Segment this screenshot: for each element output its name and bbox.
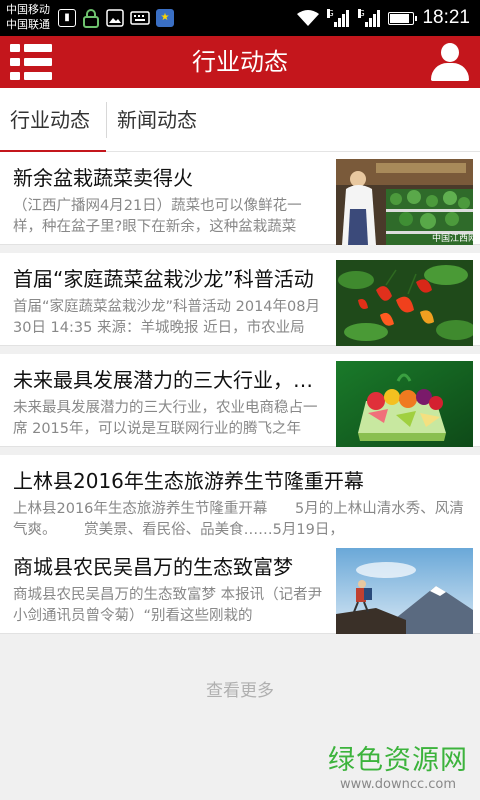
article-title: 商城县农民吴昌万的生态致富梦: [13, 555, 293, 579]
article-summary: 未来最具发展潜力的三大行业，农业电商稳占一席 2015年，可以说是互联网行业的腾…: [13, 400, 318, 437]
carrier-1: 中国移动: [6, 3, 50, 16]
list-item[interactable]: 上林县2016年生态旅游养生节隆重开幕 上林县2016年生态旅游养生节隆重开幕 …: [0, 455, 480, 548]
list-item[interactable]: 新余盆栽蔬菜卖得火 （江西广播网4月21日）蔬菜也可以像鲜花一样，种在盆子里?眼…: [0, 152, 480, 245]
network-type-2: G: [358, 9, 365, 18]
article-summary: 上林县2016年生态旅游养生节隆重开幕 5月的上林山清水秀、风清气爽。 赏美景、…: [13, 501, 464, 538]
article-summary: 首届“家庭蔬菜盆栽沙龙”科普活动 2014年08月30日 14:35 来源：羊城…: [13, 299, 320, 336]
tab-bar: 行业动态 新闻动态: [0, 88, 480, 152]
mountain-hiker-photo: [336, 548, 473, 634]
user-icon[interactable]: [430, 42, 470, 82]
fruit-gift-box-photo: [336, 361, 473, 447]
article-summary: 商城县农民吴昌万的生态致富梦 本报讯（记者尹小剑通讯员曾令菊）“别看这些刚栽的: [13, 587, 323, 624]
red-peppers-photo: [336, 260, 473, 346]
star-app-icon: ★: [156, 9, 174, 27]
page-title: 行业动态: [192, 48, 288, 76]
article-title: 首届“家庭蔬菜盆栽沙龙”科普活动: [13, 267, 314, 291]
menu-list-icon[interactable]: [10, 44, 52, 80]
battery-icon: [388, 11, 418, 25]
app-bar: 行业动态: [0, 36, 480, 88]
article-summary: （江西广播网4月21日）蔬菜也可以像鲜花一样，种在盆子里?眼下在新余，这种盆栽蔬…: [13, 198, 302, 235]
status-bar: 中国移动 中国联通 ▮ ★ G G 18:21: [0, 0, 480, 36]
watermark-url: www.downcc.com: [339, 777, 457, 792]
signal-icon: G: [327, 9, 350, 27]
article-title: 新余盆栽蔬菜卖得火: [13, 166, 193, 190]
watermark-name: 绿色资源网: [328, 745, 468, 776]
carrier-2: 中国联通: [6, 18, 50, 31]
tab-news[interactable]: 新闻动态: [107, 88, 207, 152]
article-thumbnail: [336, 548, 473, 634]
list-item[interactable]: 未来最具发展潜力的三大行业，… 未来最具发展潜力的三大行业，农业电商稳占一席 2…: [0, 354, 480, 447]
article-title: 上林县2016年生态旅游养生节隆重开幕: [13, 469, 364, 493]
system-indicators: G G 18:21: [296, 4, 470, 32]
image-icon: [106, 9, 124, 27]
photo-watermark: 中国江西网: [432, 232, 473, 244]
article-thumbnail: [336, 260, 473, 346]
list-item[interactable]: 商城县农民吴昌万的生态致富梦 商城县农民吴昌万的生态致富梦 本报讯（记者尹小剑通…: [0, 541, 480, 634]
wifi-icon: [297, 10, 320, 26]
article-thumbnail: 中国江西网: [336, 159, 473, 245]
signal-icon-2: G: [358, 9, 381, 27]
sim-icon: ▮: [58, 9, 76, 27]
load-more-button[interactable]: 查看更多: [0, 676, 480, 701]
tab-industry-news[interactable]: 行业动态: [0, 88, 106, 152]
keyboard-icon: [130, 11, 150, 25]
site-watermark: 绿色资源网 www.downcc.com: [328, 738, 468, 792]
carrier-info: 中国移动 中国联通: [6, 2, 50, 32]
clock: 18:21: [422, 7, 470, 28]
greenhouse-worker-photo: 中国江西网: [336, 159, 473, 245]
network-type-1: G: [327, 9, 334, 18]
list-item[interactable]: 首届“家庭蔬菜盆栽沙龙”科普活动 首届“家庭蔬菜盆栽沙龙”科普活动 2014年0…: [0, 253, 480, 346]
lock-icon: [83, 9, 99, 28]
article-thumbnail: [336, 361, 473, 447]
notification-icons: ▮ ★: [58, 8, 174, 28]
article-title: 未来最具发展潜力的三大行业，…: [13, 368, 313, 392]
